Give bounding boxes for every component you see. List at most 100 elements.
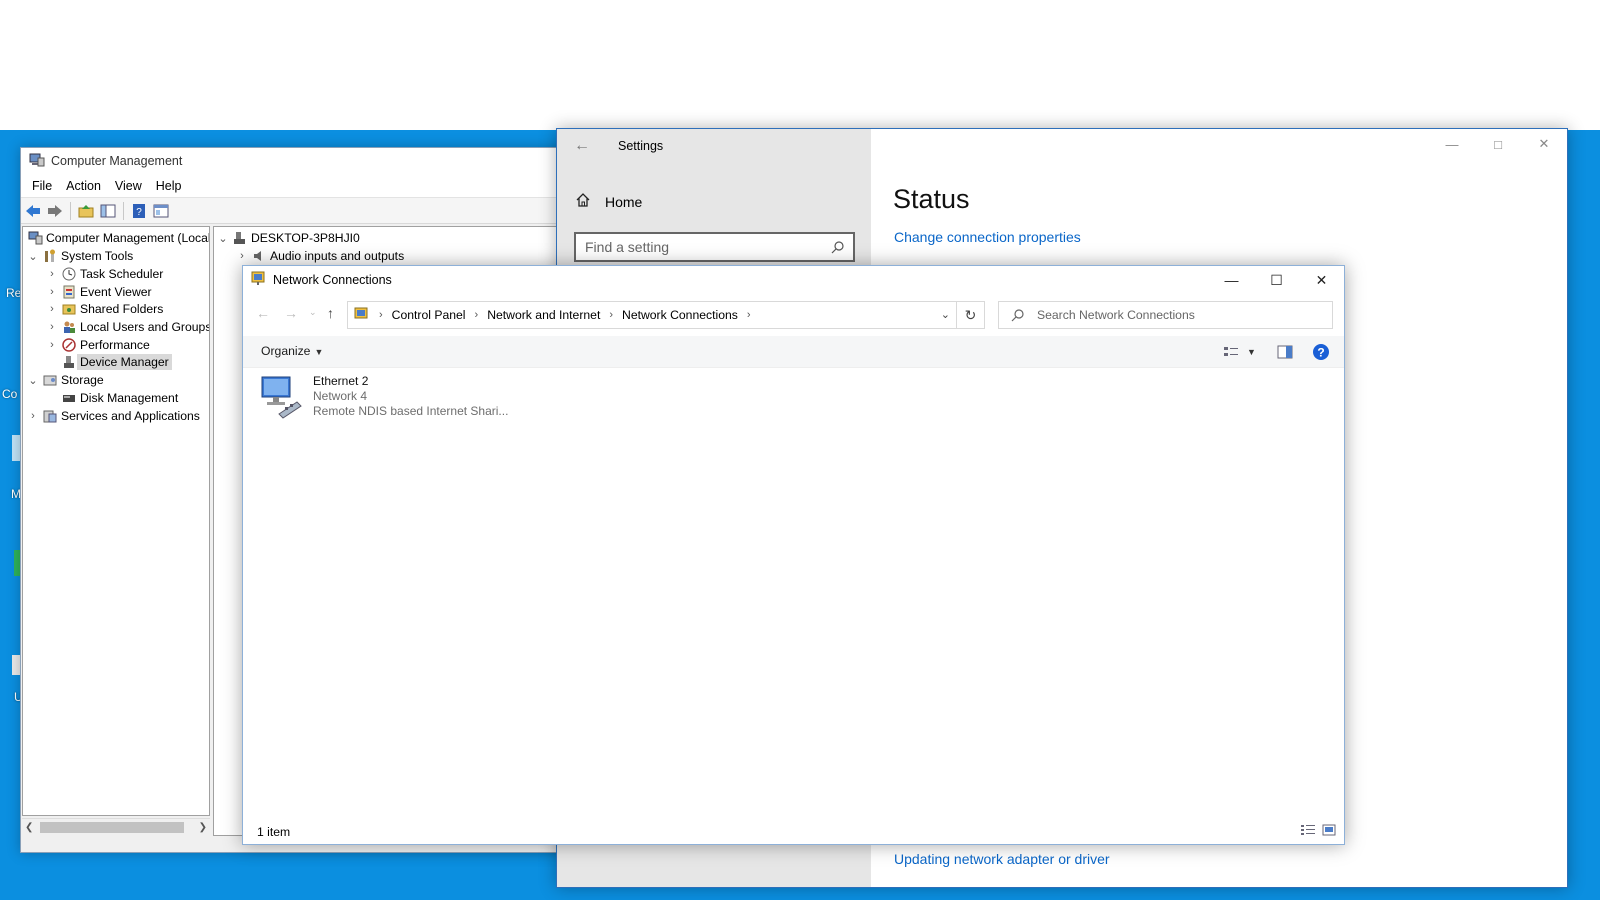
chevron-down-icon[interactable]: ⌄	[27, 374, 39, 387]
tree-label: Event Viewer	[80, 285, 152, 299]
chevron-right-icon[interactable]: ›	[27, 410, 39, 422]
breadcrumb-separator-icon[interactable]: ›	[747, 309, 751, 321]
back-arrow-icon[interactable]	[24, 202, 42, 220]
view-toggle-buttons	[1300, 824, 1336, 839]
menu-help[interactable]: Help	[149, 179, 189, 193]
forward-arrow-icon[interactable]: →	[284, 305, 298, 321]
tree-label: Disk Management	[80, 391, 179, 405]
nc-statusbar: 1 item	[243, 820, 1344, 844]
tree-item-shared-folders[interactable]: › Shared Folders	[46, 300, 163, 318]
tree-label: Device Manager	[77, 354, 172, 370]
chevron-right-icon[interactable]: ›	[46, 268, 58, 280]
cm-toolbar: ?	[21, 198, 579, 224]
chevron-right-icon[interactable]: ›	[46, 321, 58, 333]
scroll-left-icon[interactable]: ❮	[25, 822, 33, 833]
connection-name: Ethernet 2	[313, 374, 369, 388]
nc-command-bar: Organize ▼ ▼ ?	[243, 336, 1344, 368]
item-count: 1 item	[257, 825, 291, 839]
change-view-icon[interactable]	[1223, 342, 1239, 362]
chevron-down-icon[interactable]: ⌄	[27, 250, 39, 263]
close-icon[interactable]: ✕	[1521, 129, 1567, 159]
up-arrow-icon[interactable]: ↑	[327, 305, 334, 321]
tree-horizontal-scrollbar[interactable]: ❮ ❯	[22, 818, 210, 835]
properties-window-icon[interactable]	[152, 202, 170, 220]
cm-titlebar[interactable]: Computer Management	[21, 148, 579, 174]
tree-label: Task Scheduler	[80, 267, 164, 281]
home-label: Home	[605, 193, 643, 210]
back-arrow-icon[interactable]: ←	[574, 137, 590, 155]
device-manager-icon	[61, 354, 77, 370]
menu-view[interactable]: View	[108, 179, 149, 193]
tree-item-system-tools[interactable]: ⌄ System Tools	[27, 247, 133, 265]
up-folder-icon[interactable]	[77, 202, 95, 220]
refresh-button[interactable]: ↻	[957, 301, 985, 329]
breadcrumb-network-internet[interactable]: Network and Internet	[487, 308, 600, 322]
tree-item-task-scheduler[interactable]: › Task Scheduler	[46, 265, 163, 283]
tree-item-device-manager[interactable]: Device Manager	[58, 353, 172, 371]
breadcrumb-control-panel[interactable]: Control Panel	[392, 308, 466, 322]
help-icon[interactable]: ?	[1312, 342, 1330, 362]
nc-caption-buttons: — ☐ ✕	[1209, 266, 1344, 294]
menu-file[interactable]: File	[25, 179, 59, 193]
show-hide-tree-icon[interactable]	[99, 202, 117, 220]
maximize-icon[interactable]: □	[1475, 129, 1521, 159]
tree-item-event-viewer[interactable]: › Event Viewer	[46, 283, 152, 301]
chevron-down-icon[interactable]: ⌄	[217, 232, 229, 245]
tree-item-disk-management[interactable]: Disk Management	[58, 389, 178, 407]
organize-label: Organize	[261, 344, 311, 358]
settings-home-link[interactable]: Home	[575, 192, 642, 211]
view-options-chevron-icon[interactable]: ▼	[1247, 342, 1256, 362]
desktop-shortcut-icon[interactable]	[12, 435, 20, 461]
tree-item-local-users[interactable]: › Local Users and Groups	[46, 318, 209, 336]
tree-label: Shared Folders	[80, 302, 164, 316]
storage-icon	[42, 372, 58, 388]
maximize-icon[interactable]: ☐	[1254, 266, 1299, 294]
chevron-right-icon[interactable]: ›	[46, 339, 58, 351]
device-category-audio[interactable]: › Audio inputs and outputs	[236, 247, 404, 265]
find-setting-input[interactable]: Find a setting	[574, 232, 855, 262]
services-icon	[42, 408, 58, 424]
tree-item-performance[interactable]: › Performance	[46, 336, 150, 354]
search-network-connections-input[interactable]: Search Network Connections	[998, 301, 1333, 329]
svg-text:?: ?	[1317, 346, 1324, 360]
desktop-icon-label[interactable]: Co	[2, 387, 17, 401]
chevron-right-icon[interactable]: ›	[46, 303, 58, 315]
shared-folder-icon	[61, 301, 77, 317]
computer-management-icon	[27, 230, 43, 246]
large-icons-view-icon[interactable]	[1322, 824, 1336, 839]
tree-item-storage[interactable]: ⌄ Storage	[27, 371, 103, 389]
scroll-right-icon[interactable]: ❯	[199, 822, 207, 833]
network-connection-item[interactable]: Ethernet 2 Network 4 Remote NDIS based I…	[259, 374, 508, 423]
back-arrow-icon[interactable]: ←	[256, 305, 270, 321]
tree-label: System Tools	[61, 249, 134, 263]
close-icon[interactable]: ✕	[1299, 266, 1344, 294]
menu-action[interactable]: Action	[59, 179, 108, 193]
ethernet-adapter-icon	[259, 374, 303, 423]
details-view-icon[interactable]	[1300, 824, 1316, 839]
address-bar[interactable]: › Control Panel › Network and Internet ›…	[347, 301, 957, 329]
forward-arrow-icon[interactable]	[46, 202, 64, 220]
chevron-right-icon[interactable]: ›	[46, 286, 58, 298]
tree-item-root[interactable]: Computer Management (Local	[24, 229, 209, 247]
search-icon	[831, 240, 845, 257]
breadcrumb-separator-icon[interactable]: ›	[609, 309, 613, 321]
change-connection-properties-link[interactable]: Change connection properties	[894, 229, 1081, 245]
breadcrumb-separator-icon[interactable]: ›	[475, 309, 479, 321]
minimize-icon[interactable]: —	[1429, 129, 1475, 159]
search-placeholder: Find a setting	[585, 239, 670, 255]
desktop-shortcut-icon[interactable]	[12, 655, 20, 675]
scrollbar-thumb[interactable]	[40, 822, 184, 833]
update-adapter-driver-link[interactable]: Updating network adapter or driver	[894, 851, 1110, 867]
recent-locations-icon[interactable]: ⌄	[309, 307, 317, 318]
organize-button[interactable]: Organize ▼	[261, 344, 323, 358]
chevron-right-icon[interactable]: ›	[236, 250, 248, 262]
device-root-computer[interactable]: ⌄ DESKTOP-3P8HJI0	[217, 229, 359, 247]
help-book-icon[interactable]: ?	[130, 202, 148, 220]
connection-network: Network 4	[313, 389, 368, 403]
preview-pane-icon[interactable]	[1277, 342, 1293, 362]
breadcrumb-network-connections[interactable]: Network Connections	[622, 308, 738, 322]
minimize-icon[interactable]: —	[1209, 266, 1254, 294]
tree-item-services[interactable]: › Services and Applications	[27, 407, 200, 425]
address-history-chevron-icon[interactable]: ⌄	[941, 308, 950, 321]
nc-titlebar[interactable]: Network Connections	[243, 266, 1344, 294]
